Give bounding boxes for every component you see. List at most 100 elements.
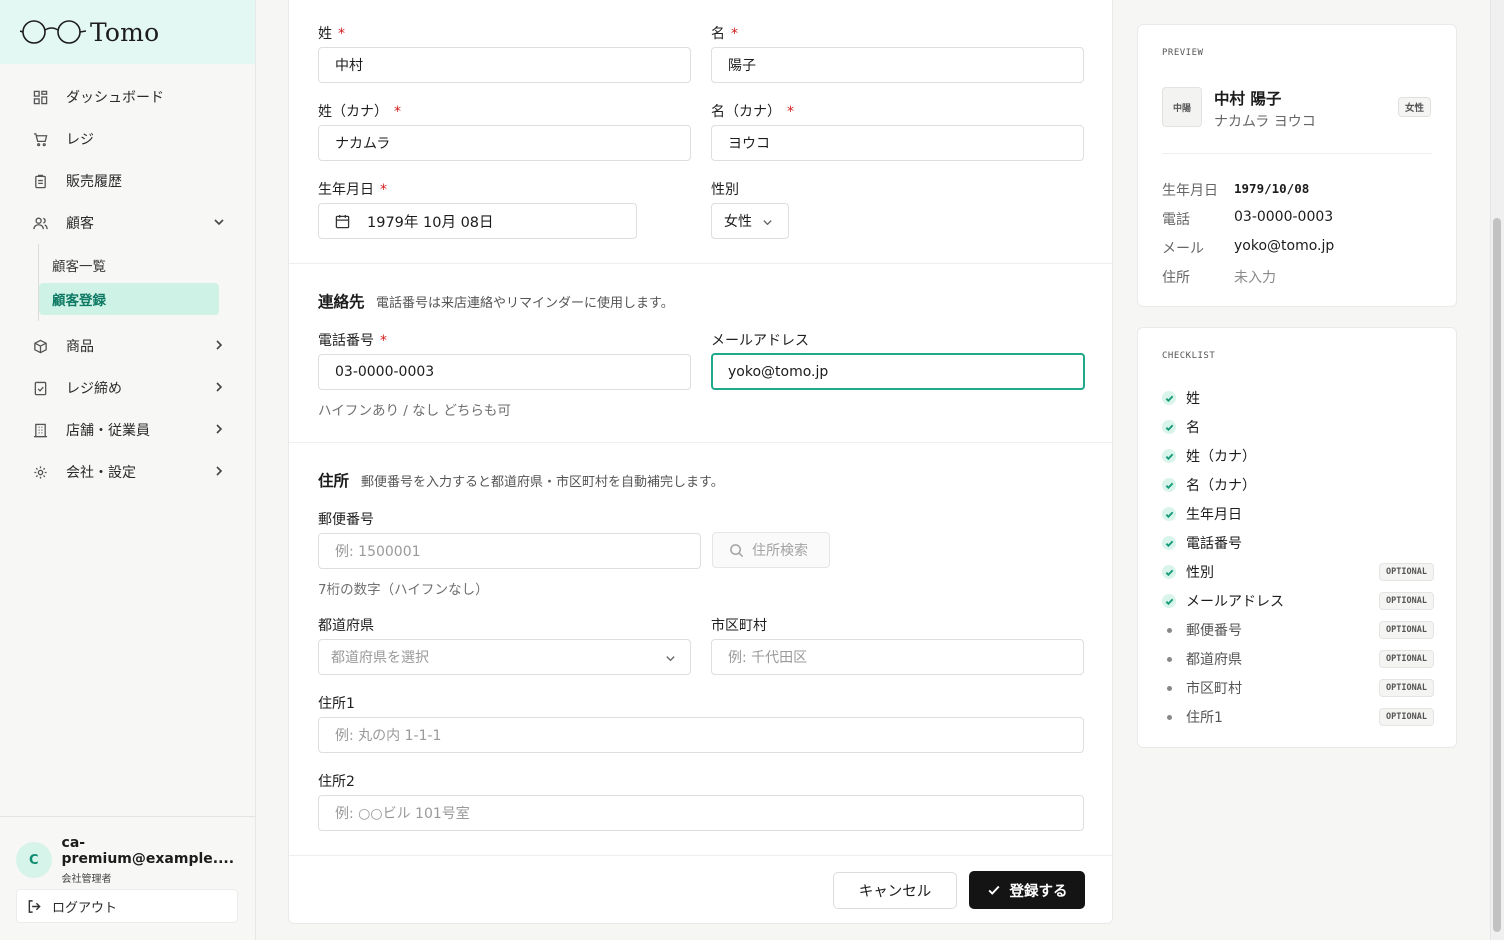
optional-badge: OPTIONAL bbox=[1379, 679, 1434, 697]
address-search-button[interactable]: 住所検索 bbox=[712, 532, 830, 568]
last-name-kana-input[interactable]: ナカムラ bbox=[318, 125, 691, 161]
preview-heading: PREVIEW bbox=[1162, 48, 1204, 58]
address-section-title: 住所 bbox=[318, 472, 350, 490]
sidebar-item-register[interactable]: レジ bbox=[0, 118, 255, 160]
last-name-kana-label: 姓（カナ） * bbox=[318, 104, 401, 120]
clipboard-icon bbox=[32, 173, 48, 189]
preview-key: 住所 bbox=[1162, 270, 1190, 286]
email-label: メールアドレス bbox=[711, 333, 809, 349]
scrollbar[interactable] bbox=[1490, 0, 1504, 940]
sidebar-item-stores-staff[interactable]: 店舗・従業員 bbox=[0, 409, 255, 451]
postal-input[interactable]: 例: 1500001 bbox=[318, 533, 701, 569]
sidebar-subitem-customer-register[interactable]: 顧客登録 bbox=[39, 283, 219, 315]
dashboard-icon bbox=[32, 89, 48, 105]
sidebar-item-customers[interactable]: 顧客 bbox=[0, 202, 255, 244]
sidebar-item-company-settings[interactable]: 会社・設定 bbox=[0, 451, 255, 493]
prefecture-select[interactable]: 都道府県を選択 bbox=[318, 639, 691, 675]
logout-label: ログアウト bbox=[52, 900, 118, 916]
city-label: 市区町村 bbox=[711, 618, 767, 634]
address1-label: 住所1 bbox=[318, 696, 355, 712]
checklist-item: 都道府県 OPTIONAL bbox=[1162, 649, 1434, 669]
city-input[interactable]: 例: 千代田区 bbox=[711, 639, 1084, 675]
logout-icon bbox=[28, 899, 41, 913]
checklist-item: 郵便番号 OPTIONAL bbox=[1162, 620, 1434, 640]
chevron-right-icon bbox=[213, 339, 225, 351]
gender-select[interactable]: 女性 bbox=[711, 203, 789, 239]
brand[interactable]: Tomo bbox=[0, 0, 255, 64]
user-info[interactable]: C ca-premium@example.... 会社管理者 bbox=[0, 817, 255, 885]
checklist-item-label: 住所1 bbox=[1186, 710, 1223, 726]
checklist-item: 姓（カナ） bbox=[1162, 446, 1434, 466]
scrollbar-thumb[interactable] bbox=[1493, 218, 1501, 932]
last-name-label: 姓 * bbox=[318, 26, 345, 42]
pending-dot-icon bbox=[1162, 681, 1176, 695]
postal-help: 7桁の数字（ハイフンなし） bbox=[318, 582, 489, 598]
preview-value: 1979/10/08 bbox=[1234, 181, 1310, 196]
checklist-item-label: 都道府県 bbox=[1186, 652, 1242, 668]
check-icon bbox=[1162, 507, 1176, 521]
first-name-kana-input[interactable]: ヨウコ bbox=[711, 125, 1084, 161]
checklist-item-label: 名 bbox=[1186, 420, 1200, 436]
checklist-item-label: 性別 bbox=[1186, 565, 1214, 581]
address-section-desc: 郵便番号を入力すると都道府県・市区町村を自動補完します。 bbox=[361, 475, 724, 490]
email-input[interactable]: yoko@tomo.jp bbox=[711, 353, 1085, 390]
divider bbox=[289, 442, 1112, 443]
sidebar-subitem-customer-list[interactable]: 顧客一覧 bbox=[39, 249, 219, 281]
cancel-button[interactable]: キャンセル bbox=[833, 872, 957, 909]
submit-label: 登録する bbox=[1009, 883, 1068, 900]
sidebar-item-dashboard[interactable]: ダッシュボード bbox=[0, 76, 255, 118]
checklist-panel: CHECKLIST 姓名姓（カナ） 名（カナ） 生年月日 電話番号 性別 OPTIONAL… bbox=[1137, 327, 1457, 748]
birthdate-input[interactable]: 1979年 10月 08日 bbox=[318, 203, 637, 239]
chevron-right-icon bbox=[213, 465, 225, 477]
address2-input[interactable]: 例: ○○ビル 101号室 bbox=[318, 795, 1084, 831]
phone-help: ハイフンあり / なし どちらも可 bbox=[318, 403, 511, 419]
phone-label: 電話番号 * bbox=[318, 333, 387, 349]
calendar-icon bbox=[335, 214, 350, 228]
main-nav: ダッシュボード レジ 販売履歴 顧客 顧客一覧 顧客登録 商品 レジ締め 店舗・… bbox=[0, 64, 255, 493]
preview-name: 中村 陽子 bbox=[1214, 90, 1282, 108]
register-close-icon bbox=[32, 380, 48, 396]
gender-value: 女性 bbox=[724, 214, 752, 230]
postal-label: 郵便番号 bbox=[318, 512, 374, 528]
optional-badge: OPTIONAL bbox=[1379, 650, 1434, 668]
preview-kana: ナカムラ ヨウコ bbox=[1214, 114, 1316, 130]
preview-key: メール bbox=[1162, 241, 1204, 257]
checklist-item: 名 bbox=[1162, 417, 1434, 437]
contact-section-desc: 電話番号は来店連絡やリマインダーに使用します。 bbox=[376, 296, 674, 311]
gender-badge: 女性 bbox=[1398, 97, 1432, 117]
sidebar-item-register-close[interactable]: レジ締め bbox=[0, 367, 255, 409]
optional-badge: OPTIONAL bbox=[1379, 708, 1434, 726]
check-icon bbox=[1162, 391, 1176, 405]
sidebar-item-label: レジ bbox=[66, 132, 94, 148]
check-icon bbox=[1162, 478, 1176, 492]
gear-icon bbox=[32, 464, 48, 480]
last-name-input[interactable]: 中村 bbox=[318, 47, 691, 83]
sidebar-item-label: 会社・設定 bbox=[66, 465, 136, 481]
pending-dot-icon bbox=[1162, 623, 1176, 637]
preview-key: 電話 bbox=[1162, 212, 1190, 228]
brand-name: Tomo bbox=[90, 17, 160, 47]
prefecture-placeholder: 都道府県を選択 bbox=[331, 650, 429, 666]
pending-dot-icon bbox=[1162, 652, 1176, 666]
check-icon bbox=[1162, 594, 1176, 608]
sidebar-item-label: レジ締め bbox=[66, 381, 122, 397]
divider bbox=[1162, 153, 1432, 154]
phone-input[interactable]: 03-0000-0003 bbox=[318, 354, 691, 390]
sidebar-item-products[interactable]: 商品 bbox=[0, 325, 255, 367]
address-search-label: 住所検索 bbox=[752, 543, 808, 559]
first-name-input[interactable]: 陽子 bbox=[711, 47, 1084, 83]
submit-button[interactable]: 登録する bbox=[969, 871, 1085, 909]
divider bbox=[289, 855, 1112, 856]
search-icon bbox=[730, 543, 744, 557]
logout-button[interactable]: ログアウト bbox=[16, 889, 238, 923]
sidebar-item-label: 顧客 bbox=[66, 216, 94, 232]
sidebar-item-label: 商品 bbox=[66, 339, 94, 355]
address1-input[interactable]: 例: 丸の内 1-1-1 bbox=[318, 717, 1084, 753]
optional-badge: OPTIONAL bbox=[1379, 621, 1434, 639]
preview-panel: PREVIEW 中陽 中村 陽子 ナカムラ ヨウコ 女性 生年月日 1979/1… bbox=[1137, 24, 1457, 307]
chevron-down-icon bbox=[213, 216, 225, 228]
sidebar-item-sales-history[interactable]: 販売履歴 bbox=[0, 160, 255, 202]
first-name-label: 名 * bbox=[711, 26, 738, 42]
sidebar: Tomo ダッシュボード レジ 販売履歴 顧客 顧客一覧 顧客登録 商品 レジ締… bbox=[0, 0, 256, 940]
preview-value: 未入力 bbox=[1234, 270, 1276, 286]
